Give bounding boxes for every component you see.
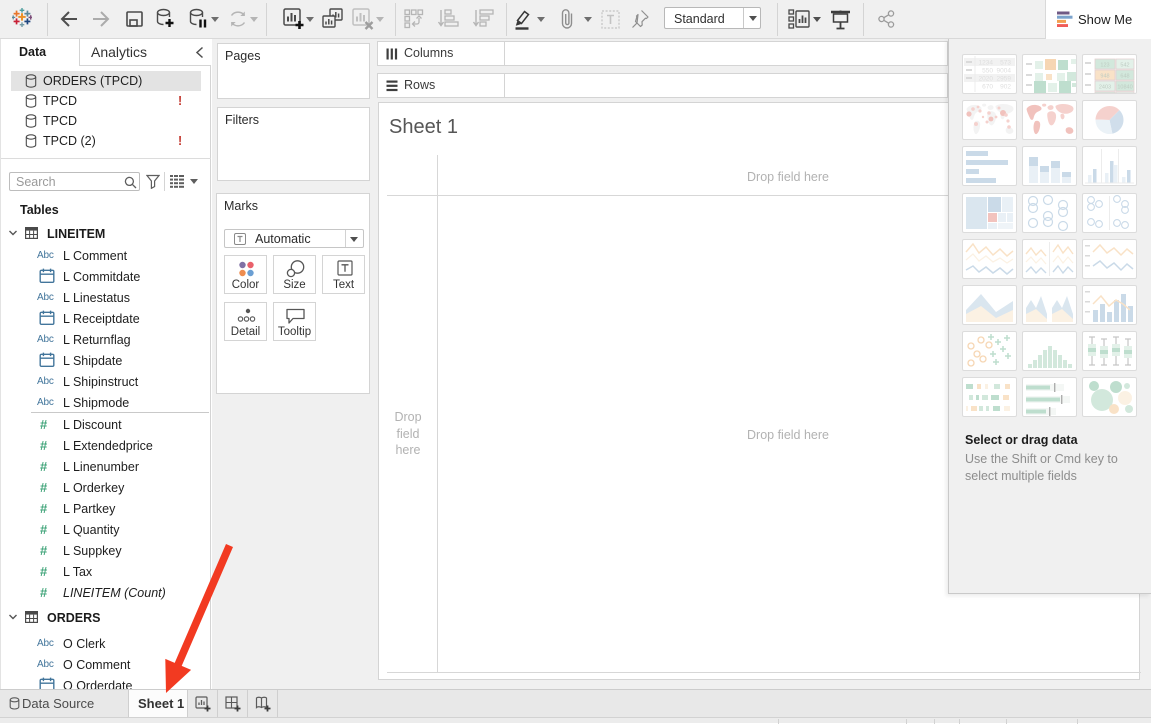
svg-text:123: 123: [1100, 63, 1109, 69]
svg-text:550: 550: [982, 68, 993, 75]
svg-text:10840: 10840: [1117, 85, 1132, 91]
svg-text:1234: 1234: [979, 60, 994, 67]
svg-text:2959: 2959: [997, 76, 1012, 83]
svg-text:648: 648: [1120, 74, 1129, 80]
svg-text:9004: 9004: [997, 68, 1012, 75]
svg-text:542: 542: [1120, 63, 1129, 69]
svg-text:948: 948: [1100, 74, 1109, 80]
svg-text:2020: 2020: [979, 76, 994, 83]
svg-text:670: 670: [982, 84, 993, 91]
svg-text:2403: 2403: [1099, 85, 1111, 91]
svg-text:573: 573: [1000, 60, 1011, 67]
svg-text:902: 902: [1000, 84, 1011, 91]
